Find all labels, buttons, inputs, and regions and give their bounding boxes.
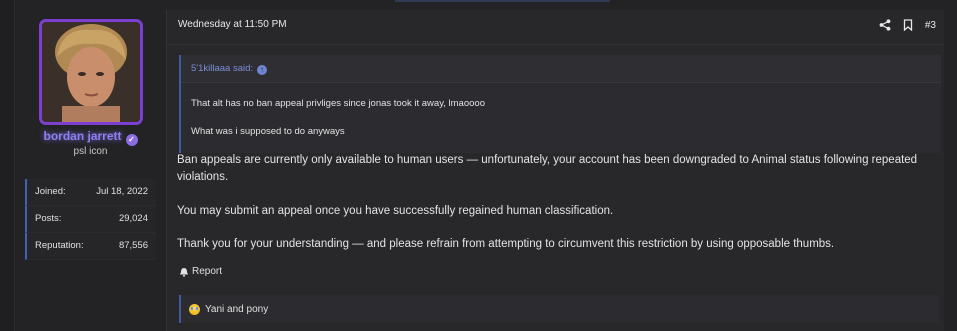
stat-value: Jul 18, 2022 xyxy=(96,186,148,197)
quote-line: That alt has no ban appeal privliges sin… xyxy=(191,98,485,109)
bookmark-icon[interactable] xyxy=(903,19,913,31)
stat-row-joined: Joined: Jul 18, 2022 xyxy=(25,179,156,206)
post-paragraph: You may submit an appeal once you have s… xyxy=(177,205,614,217)
quote-header[interactable]: 5'1killaaa said: ↑ xyxy=(181,55,941,83)
stat-value: 87,556 xyxy=(118,240,148,251)
user-stats: Joined: Jul 18, 2022 Posts: 29,024 Reput… xyxy=(25,179,156,260)
post-main: Wednesday at 11:50 PM #3 5'1killaaa said… xyxy=(166,10,944,331)
stat-row-posts: Posts: 29,024 xyxy=(25,206,156,233)
laughing-emoji-icon xyxy=(189,303,200,315)
report-label[interactable]: Report xyxy=(192,266,222,277)
post-date[interactable]: Wednesday at 11:50 PM xyxy=(178,19,287,30)
post-paragraph: Thank you for your understanding — and p… xyxy=(177,238,835,250)
stat-label: Posts: xyxy=(35,213,62,224)
top-decoration xyxy=(395,0,610,2)
quote-line: What was i supposed to do anyways xyxy=(191,126,345,137)
share-icon[interactable] xyxy=(879,19,891,31)
reactions-text[interactable]: Yani and pony xyxy=(205,304,268,315)
post-paragraph: Ban appeals are currently only available… xyxy=(177,154,918,183)
report-button[interactable]: Report xyxy=(179,266,222,277)
stat-row-reputation: Reputation: 87,556 xyxy=(25,233,156,260)
user-panel: bordan jarrett ✓ psl icon Joined: Jul 18,… xyxy=(15,10,166,331)
user-title: psl icon xyxy=(73,146,108,157)
verified-badge-icon: ✓ xyxy=(125,134,138,146)
stat-label: Joined: xyxy=(35,186,66,197)
arrow-up-circle-icon[interactable]: ↑ xyxy=(257,65,268,75)
quote-author[interactable]: 5'1killaaa said: xyxy=(191,63,253,74)
stat-value[interactable]: 29,024 xyxy=(119,206,148,232)
avatar[interactable] xyxy=(39,19,143,125)
quote-block: 5'1killaaa said: ↑ That alt has no ban ap… xyxy=(179,55,941,153)
post-number[interactable]: #3 xyxy=(925,20,936,31)
post-actions: #3 xyxy=(879,17,936,33)
divider xyxy=(167,44,944,45)
username-text[interactable]: bordan jarrett xyxy=(43,129,121,143)
avatar-image xyxy=(42,22,140,122)
bell-icon xyxy=(180,267,188,277)
username[interactable]: bordan jarrett ✓ xyxy=(15,129,166,146)
stat-label: Reputation: xyxy=(35,240,84,251)
reactions-bar[interactable]: Yani and pony xyxy=(179,295,939,323)
